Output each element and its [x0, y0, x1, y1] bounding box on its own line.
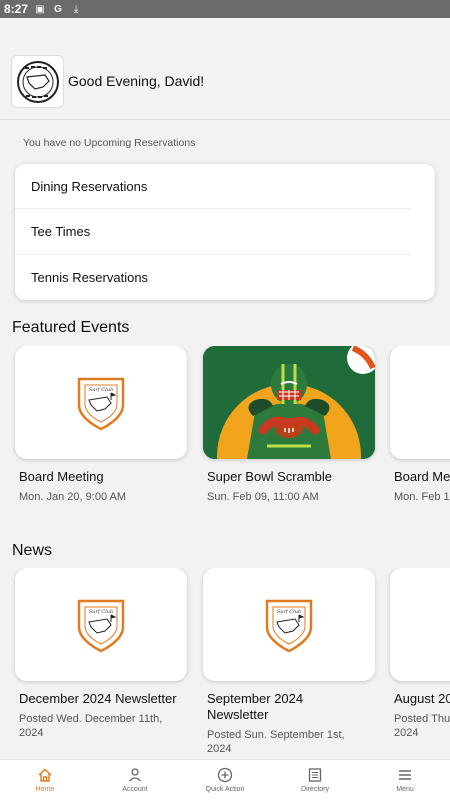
club-crest-icon: Surf Club — [77, 377, 125, 430]
event-card[interactable]: Super Bowl Scramble Sun. Feb 09, 11:00 A… — [203, 346, 375, 504]
football-player-image — [203, 346, 375, 459]
reservations-card: Dining Reservations Tee Times Tennis Res… — [15, 164, 435, 300]
event-date: Sun. Feb 09, 11:00 AM — [207, 491, 319, 503]
nav-label: Menu — [396, 786, 414, 793]
nav-quick-action[interactable]: Quick Action — [180, 760, 270, 800]
event-title: Super Bowl Scramble — [207, 469, 332, 484]
status-bar: 8:27 ▣ G ⤓ — [0, 0, 450, 18]
plus-circle-icon — [217, 767, 233, 783]
greeting-text: Good Evening, David! — [68, 73, 205, 89]
surf-club-logo-icon — [16, 60, 59, 103]
home-icon — [38, 768, 52, 782]
nav-label: Directory — [300, 786, 329, 793]
reservation-item-tee-times[interactable]: Tee Times — [15, 209, 411, 255]
event-title: Board Me — [394, 469, 450, 484]
news-image: Surf Club — [203, 568, 375, 681]
download-icon: ⤓ — [73, 3, 79, 15]
news-headline: December 2024 Newsletter — [19, 691, 177, 706]
news-card[interactable]: August 20 Posted Thu 2024 — [390, 568, 450, 740]
event-title: Board Meeting — [19, 469, 104, 484]
news-date: Posted Thu 2024 — [394, 713, 450, 739]
status-time: 8:27 — [4, 2, 29, 16]
news-title: News — [12, 542, 53, 559]
club-logo[interactable] — [11, 55, 64, 108]
event-image: Surf Club — [15, 346, 187, 459]
news-image — [390, 568, 450, 681]
event-image — [390, 346, 450, 459]
reservation-item-tennis[interactable]: Tennis Reservations — [15, 255, 411, 300]
nav-account[interactable]: Account — [90, 760, 180, 800]
image-icon: ▣ — [35, 3, 45, 15]
hamburger-icon — [399, 770, 411, 780]
bottom-nav: Home Account Quick Action Directory Menu — [0, 759, 450, 800]
news-headline: September 2024 Newsletter — [207, 691, 304, 722]
news-card[interactable]: Surf Club December 2024 Newsletter Poste… — [15, 568, 187, 740]
nav-home[interactable]: Home — [0, 760, 90, 800]
news-carousel[interactable]: Surf Club December 2024 Newsletter Poste… — [0, 568, 450, 758]
news-date: Posted Wed. December 11th, 2024 — [19, 713, 163, 739]
nav-menu[interactable]: Menu — [360, 760, 450, 800]
news-card[interactable]: Surf Club September 2024 Newsletter Post… — [203, 568, 375, 756]
event-card[interactable]: Surf Club Board Meeting Mon. Jan 20, 9:0… — [15, 346, 187, 504]
no-reservations-message: You have no Upcoming Reservations — [23, 137, 196, 149]
news-image: Surf Club — [15, 568, 187, 681]
nav-label: Quick Action — [205, 786, 245, 793]
club-crest-icon: Surf Club — [77, 599, 125, 652]
nav-label: Home — [35, 786, 55, 793]
news-headline: August 20 — [394, 691, 450, 706]
news-date: Posted Sun. September 1st, 2024 — [207, 729, 345, 755]
person-icon — [129, 768, 141, 782]
featured-events-carousel[interactable]: Surf Club Board Meeting Mon. Jan 20, 9:0… — [0, 346, 450, 516]
list-icon — [308, 768, 322, 782]
nav-directory[interactable]: Directory — [270, 760, 360, 800]
event-card[interactable]: Board Me Mon. Feb 1 — [390, 346, 450, 504]
event-date: Mon. Feb 1 — [394, 491, 450, 503]
svg-text:Surf Club: Surf Club — [89, 387, 113, 393]
event-date: Mon. Jan 20, 9:00 AM — [19, 491, 127, 503]
event-image — [203, 346, 375, 459]
club-crest-icon: Surf Club — [265, 599, 313, 652]
header: Good Evening, David! — [0, 18, 450, 120]
nav-label: Account — [122, 786, 148, 793]
svg-text:Surf Club: Surf Club — [89, 609, 113, 615]
reservation-item-dining[interactable]: Dining Reservations — [15, 164, 411, 210]
google-icon: G — [54, 3, 62, 15]
featured-events-title: Featured Events — [12, 319, 130, 336]
svg-text:Surf Club: Surf Club — [277, 609, 301, 615]
